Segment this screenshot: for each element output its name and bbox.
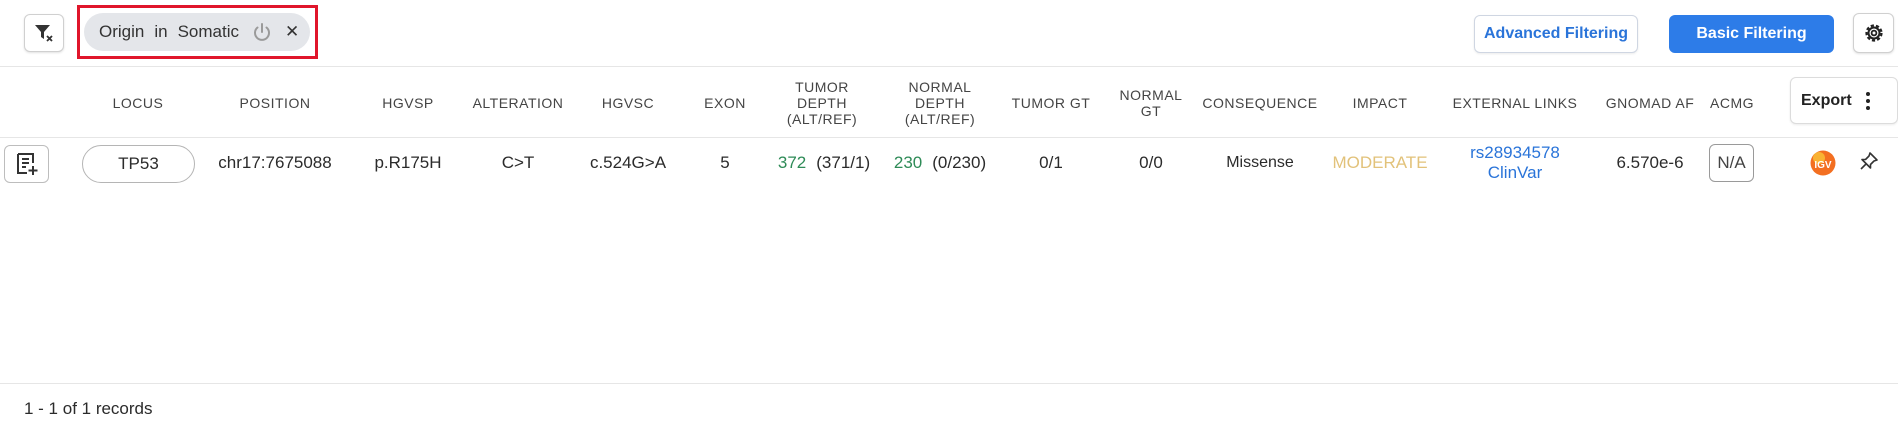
cell-gnomad-af: 6.570e-6 bbox=[1616, 153, 1684, 172]
cell-impact: MODERATE bbox=[1332, 153, 1428, 172]
column-header-normal-gt[interactable]: NORMAL GT bbox=[1111, 68, 1191, 138]
pin-icon bbox=[1860, 152, 1878, 170]
acmg-classification[interactable]: N/A bbox=[1709, 144, 1754, 182]
column-header-impact[interactable]: IMPACT bbox=[1335, 68, 1425, 138]
table-row: chr17:7675088 p.R175H C>T c.524G>A 5 372… bbox=[0, 138, 1898, 188]
basic-filtering-button[interactable]: Basic Filtering bbox=[1669, 15, 1834, 53]
cell-position: chr17:7675088 bbox=[218, 153, 332, 172]
tumor-depth-alt-ref: (371/1) bbox=[816, 153, 871, 172]
close-icon[interactable]: ✕ bbox=[285, 22, 299, 42]
cell-hgvsc: c.524G>A bbox=[589, 153, 667, 172]
settings-button[interactable] bbox=[1853, 13, 1894, 53]
power-icon[interactable] bbox=[251, 21, 273, 43]
cell-tumor-gt: 0/1 bbox=[1039, 153, 1063, 172]
normal-depth-alt-ref: (0/230) bbox=[932, 153, 987, 172]
clear-filters-button[interactable] bbox=[24, 14, 64, 52]
igv-button[interactable]: IGV bbox=[1809, 149, 1837, 177]
filter-clear-icon bbox=[35, 25, 53, 42]
igv-logo-icon: IGV bbox=[1810, 150, 1836, 176]
table-header: LOCUS POSITION HGVSP ALTERATION HGVSC EX… bbox=[0, 68, 1898, 138]
column-header-alteration[interactable]: ALTERATION bbox=[466, 68, 570, 138]
column-header-position[interactable]: POSITION bbox=[210, 68, 340, 138]
dbsnp-link[interactable]: rs28934578 bbox=[1470, 143, 1560, 163]
cell-normal-depth: 230 (0/230) bbox=[880, 138, 1000, 188]
cell-consequence: Missense bbox=[1226, 154, 1294, 171]
filter-chip-operator: in bbox=[154, 22, 168, 41]
pin-button[interactable] bbox=[1858, 150, 1880, 172]
column-header-tumor-gt[interactable]: TUMOR GT bbox=[1011, 68, 1091, 138]
column-header-exon[interactable]: EXON bbox=[695, 68, 755, 138]
column-header-gnomad-af[interactable]: GNOMAD AF bbox=[1600, 68, 1700, 138]
normal-depth-total: 230 bbox=[893, 153, 923, 172]
cell-exon: 5 bbox=[720, 153, 730, 172]
column-header-tumor-depth[interactable]: TUMOR DEPTH (ALT/REF) bbox=[776, 68, 868, 138]
column-header-hgvsc[interactable]: HGVSC bbox=[588, 68, 668, 138]
table-footer: 1 - 1 of 1 records bbox=[0, 383, 1898, 422]
advanced-filtering-button[interactable]: Advanced Filtering bbox=[1474, 15, 1638, 53]
filter-toolbar: Origin in Somatic ✕ Advanced Filtering B… bbox=[0, 0, 1898, 67]
column-header-locus[interactable]: LOCUS bbox=[88, 68, 188, 138]
more-vertical-icon bbox=[1865, 91, 1870, 110]
tumor-depth-total: 372 bbox=[777, 153, 807, 172]
cell-external-links: rs28934578 ClinVar bbox=[1440, 138, 1590, 188]
filter-chip-value: Somatic bbox=[177, 22, 240, 41]
column-header-consequence[interactable]: CONSEQUENCE bbox=[1200, 68, 1320, 138]
export-label: Export bbox=[1801, 91, 1852, 109]
cell-normal-gt: 0/0 bbox=[1139, 153, 1163, 172]
filter-chip-origin[interactable]: Origin in Somatic ✕ bbox=[84, 13, 310, 51]
filter-chip-field: Origin bbox=[99, 22, 145, 41]
column-header-normal-depth[interactable]: NORMAL DEPTH (ALT/REF) bbox=[895, 68, 985, 138]
cell-tumor-depth: 372 (371/1) bbox=[762, 138, 886, 188]
column-header-acmg[interactable]: ACMG bbox=[1702, 68, 1762, 138]
cell-hgvsp: p.R175H bbox=[374, 153, 442, 172]
gear-icon bbox=[1864, 24, 1883, 42]
svg-text:IGV: IGV bbox=[1814, 160, 1832, 171]
cell-alteration: C>T bbox=[501, 153, 535, 172]
clinvar-link[interactable]: ClinVar bbox=[1488, 163, 1542, 183]
column-header-hgvsp[interactable]: HGVSP bbox=[368, 68, 448, 138]
export-button[interactable]: Export bbox=[1790, 77, 1898, 124]
column-header-external-links[interactable]: EXTERNAL LINKS bbox=[1443, 68, 1587, 138]
record-count: 1 - 1 of 1 records bbox=[24, 399, 153, 418]
